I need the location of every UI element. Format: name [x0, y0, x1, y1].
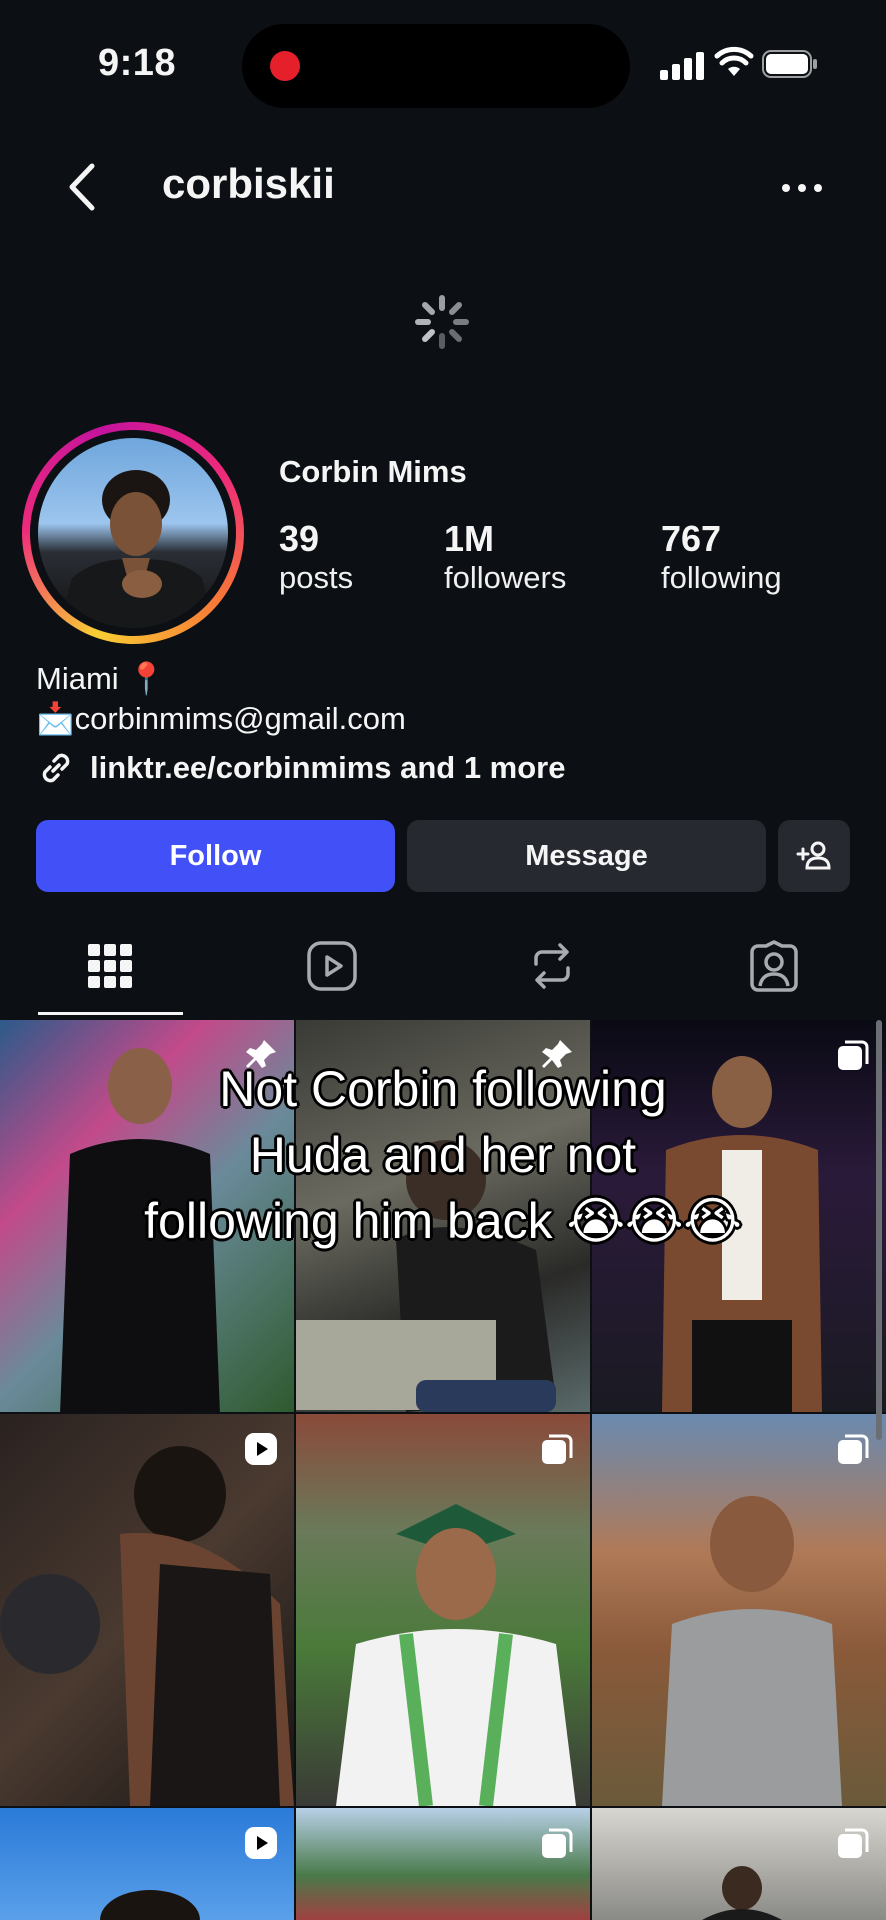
followers-value: 1M — [444, 518, 495, 559]
following-value: 767 — [661, 518, 722, 559]
posts-label: posts — [279, 560, 354, 595]
status-time: 9:18 — [98, 42, 177, 84]
grid-post[interactable] — [296, 1414, 590, 1806]
grid-post[interactable] — [592, 1808, 886, 1920]
reel-icon — [245, 1827, 277, 1859]
battery-icon — [762, 50, 817, 78]
tagged-icon — [750, 940, 798, 992]
page-title: corbiskii — [162, 160, 335, 207]
message-button[interactable]: Message — [407, 820, 766, 892]
cellular-signal-icon — [660, 48, 704, 80]
tab-posts-grid[interactable] — [80, 936, 140, 996]
bio-email[interactable]: 📩corbinmims@gmail.com — [36, 700, 406, 737]
video-caption-overlay: Not Corbin following Huda and her not fo… — [80, 1056, 806, 1254]
bio-location: Miami 📍 — [36, 661, 166, 696]
grid-post[interactable] — [592, 1414, 886, 1806]
grid-post[interactable] — [0, 1414, 294, 1806]
bio-link-text: linktr.ee/corbinmims and 1 more — [90, 750, 566, 785]
tab-tagged[interactable] — [744, 936, 804, 996]
following-label: following — [661, 560, 782, 595]
carousel-icon — [542, 1434, 573, 1464]
add-person-icon — [796, 841, 831, 870]
profile-full-name: Corbin Mims — [279, 454, 467, 489]
suggested-users-button[interactable] — [778, 820, 850, 892]
more-options-icon[interactable] — [780, 170, 824, 206]
tab-reels[interactable] — [302, 936, 362, 996]
caption-line: following him back 😭😭😭 — [144, 1193, 742, 1249]
carousel-icon — [838, 1040, 869, 1070]
scrollbar[interactable] — [876, 1020, 882, 1440]
wifi-icon — [714, 46, 754, 76]
grid-post[interactable] — [296, 1808, 590, 1920]
posts-count[interactable]: 39 posts — [279, 518, 353, 596]
carousel-icon — [542, 1828, 573, 1858]
followers-count[interactable]: 1M followers — [444, 518, 566, 596]
reels-icon — [307, 941, 357, 991]
grid-icon — [88, 944, 132, 988]
posts-value: 39 — [279, 518, 320, 559]
dynamic-island — [242, 24, 630, 108]
recording-indicator-icon — [270, 51, 300, 81]
reel-icon — [245, 1433, 277, 1465]
caption-line: Not Corbin following — [219, 1061, 667, 1117]
loading-spinner-icon — [415, 295, 469, 349]
reposts-icon — [534, 943, 570, 989]
bio-link[interactable]: linktr.ee/corbinmims and 1 more — [36, 748, 566, 788]
followers-label: followers — [444, 560, 567, 595]
follow-button[interactable]: Follow — [36, 820, 395, 892]
back-icon[interactable] — [64, 162, 100, 212]
carousel-icon — [838, 1434, 869, 1464]
grid-post[interactable] — [0, 1808, 294, 1920]
tab-reposts[interactable] — [522, 936, 582, 996]
carousel-icon — [838, 1828, 869, 1858]
avatar[interactable] — [38, 438, 228, 628]
link-icon — [42, 753, 70, 783]
following-count[interactable]: 767 following — [661, 518, 782, 596]
caption-line: Huda and her not — [249, 1127, 637, 1183]
active-tab-indicator — [38, 1012, 183, 1015]
